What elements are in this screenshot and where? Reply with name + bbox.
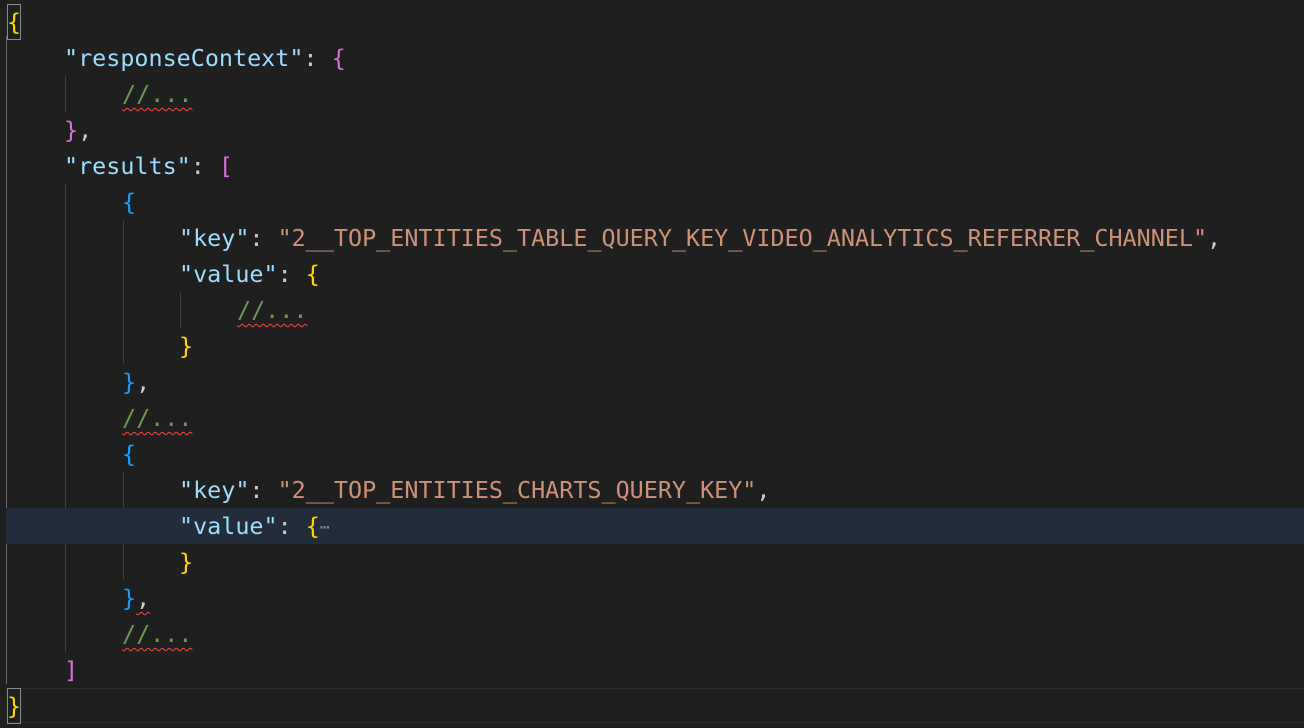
close-line: },: [122, 364, 150, 400]
colon: :: [249, 224, 278, 252]
current-line[interactable]: "value": {⋯: [6, 508, 1304, 544]
code-line[interactable]: {: [0, 184, 1304, 220]
code-line[interactable]: }: [0, 544, 1304, 580]
code-line[interactable]: }: [0, 688, 1304, 724]
close-brace: }: [179, 548, 194, 576]
json-key-line: "value": {⋯: [179, 508, 329, 546]
code-line[interactable]: "key": "2__TOP_ENTITIES_CHARTS_QUERY_KEY…: [0, 472, 1304, 508]
json-key: "value": [179, 260, 278, 288]
code-line[interactable]: //...: [0, 76, 1304, 112]
code-line[interactable]: {: [0, 4, 1304, 40]
code-line[interactable]: },: [0, 364, 1304, 400]
comma: ,: [1207, 224, 1222, 252]
open-brace: {: [7, 4, 22, 40]
code-line[interactable]: },: [0, 112, 1304, 148]
close-brace: }: [64, 116, 79, 144]
open-brace: {: [305, 260, 320, 288]
code-line[interactable]: "responseContext": {: [0, 40, 1304, 76]
comment: //...: [122, 620, 193, 648]
json-string-value: "2__TOP_ENTITIES_TABLE_QUERY_KEY_VIDEO_A…: [277, 224, 1208, 252]
comma: ,: [78, 116, 93, 144]
open-brace: {: [122, 188, 137, 216]
close-line: },: [64, 112, 92, 148]
open-brace: {: [122, 440, 137, 468]
code-line[interactable]: "value": {: [0, 256, 1304, 292]
close-brace: }: [179, 332, 194, 360]
json-key: "key": [179, 476, 250, 504]
json-key-line: "key": "2__TOP_ENTITIES_CHARTS_QUERY_KEY…: [179, 472, 771, 508]
code-line[interactable]: "results": [: [0, 148, 1304, 184]
json-key: "value": [179, 512, 278, 540]
json-key-line: "responseContext": {: [64, 40, 346, 76]
code-line[interactable]: //...: [0, 292, 1304, 328]
json-key: "results": [64, 152, 191, 180]
code-line[interactable]: //...: [0, 400, 1304, 436]
code-line[interactable]: //...: [0, 616, 1304, 652]
close-brace: }: [7, 688, 22, 724]
close-brace: }: [122, 584, 137, 612]
colon: :: [303, 44, 332, 72]
json-string-value: "2__TOP_ENTITIES_CHARTS_QUERY_KEY": [277, 476, 757, 504]
code-line[interactable]: ]: [0, 652, 1304, 688]
json-key: "key": [179, 224, 250, 252]
code-line[interactable]: "key": "2__TOP_ENTITIES_TABLE_QUERY_KEY_…: [0, 220, 1304, 256]
open-bracket: [: [218, 152, 234, 180]
comma: ,: [756, 476, 771, 504]
comma-with-error: ,: [136, 584, 151, 612]
colon: :: [277, 512, 306, 540]
comma: ,: [136, 368, 151, 396]
json-key: "responseContext": [64, 44, 304, 72]
json-key-line: "results": [: [64, 148, 233, 184]
json-key-line: "key": "2__TOP_ENTITIES_TABLE_QUERY_KEY_…: [179, 220, 1221, 256]
colon: :: [277, 260, 306, 288]
code-line[interactable]: }: [0, 328, 1304, 364]
comment: //...: [122, 404, 193, 432]
close-brace: }: [122, 368, 137, 396]
code-editor[interactable]: { "responseContext": { //... }, "results…: [0, 0, 1304, 728]
open-brace: {: [305, 512, 320, 540]
close-line: },: [122, 580, 150, 616]
colon: :: [249, 476, 278, 504]
close-bracket: ]: [64, 656, 79, 684]
comment: //...: [237, 296, 308, 324]
folded-region-ellipsis-icon[interactable]: ⋯: [320, 518, 330, 537]
open-brace: {: [331, 44, 346, 72]
json-key-line: "value": {: [179, 256, 320, 292]
comment: //...: [122, 80, 193, 108]
code-line[interactable]: },: [0, 580, 1304, 616]
code-line[interactable]: {: [0, 436, 1304, 472]
colon: :: [190, 152, 219, 180]
